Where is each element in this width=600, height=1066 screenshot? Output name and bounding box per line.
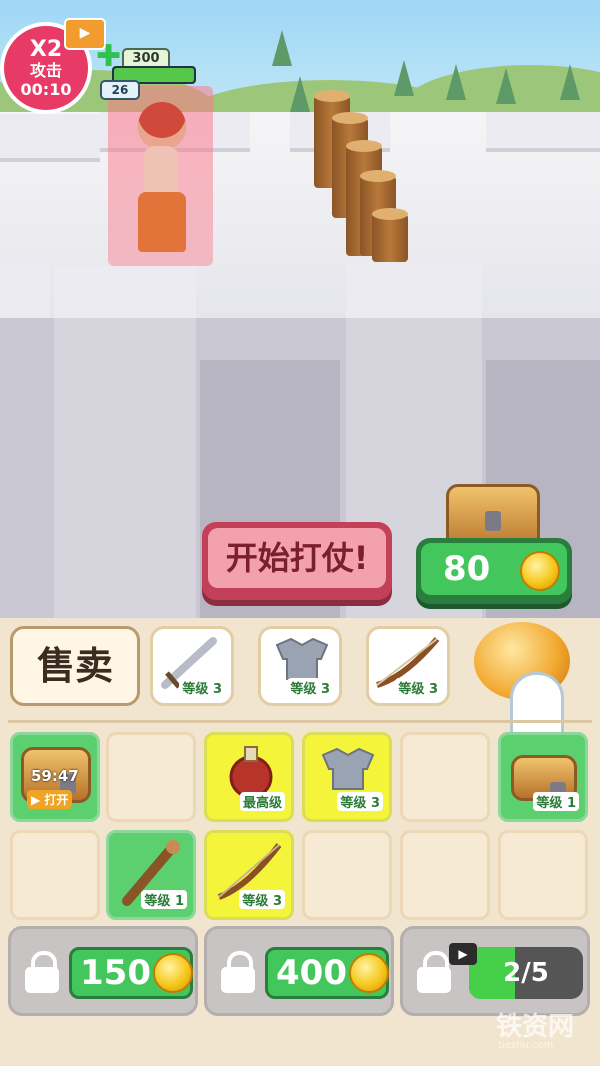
unlock-slot-1[interactable]: 150: [8, 926, 198, 1016]
ad-progress-bar[interactable]: 2/5: [469, 947, 583, 999]
grid-cell-empty[interactable]: [400, 732, 490, 822]
start-battle-button[interactable]: 开始打仗!: [202, 522, 392, 600]
battlement: [0, 114, 100, 162]
sell-button[interactable]: 售卖: [10, 626, 140, 706]
grid-cell-bow[interactable]: 等级 3: [204, 830, 294, 920]
unlock-slot-2[interactable]: 400: [204, 926, 394, 1016]
wall-pillar: [54, 318, 196, 620]
equip-slot-armor[interactable]: 等级 3: [258, 626, 342, 706]
tree-icon: [560, 64, 580, 100]
coin-balance-button[interactable]: 80: [416, 538, 572, 604]
tree-icon: [394, 60, 414, 96]
character-body: [144, 146, 178, 196]
attack-value: 26: [100, 80, 140, 100]
lock-icon: [221, 951, 255, 993]
grid-cell-chest[interactable]: 等级 1: [498, 732, 588, 822]
grid-cell-club[interactable]: 等级 1: [106, 830, 196, 920]
battlement: [486, 112, 600, 152]
ad-progress-text: 2/5: [503, 958, 549, 988]
watermark-text: 铁资网: [496, 1012, 575, 1042]
item-level: 等级 3: [337, 792, 383, 811]
watermark-subtext: tiezhu.com: [498, 1040, 554, 1051]
unlock-slot-3[interactable]: 2/5 ▶: [400, 926, 590, 1016]
open-chest-button[interactable]: ▶ 打开: [27, 790, 73, 809]
battlement: [346, 262, 482, 324]
battlement: [54, 266, 196, 324]
player-character[interactable]: [108, 86, 213, 266]
tree-icon: [272, 30, 292, 66]
grid-cell-empty[interactable]: [498, 830, 588, 920]
buff-timer: 00:10: [20, 80, 72, 99]
armor-icon: [321, 747, 375, 790]
equip-level: 等级 3: [287, 678, 333, 697]
price-value: 150: [80, 953, 151, 993]
grid-cell-empty[interactable]: [10, 830, 100, 920]
tree-icon: [446, 64, 466, 100]
equip-level: 等级 3: [179, 678, 225, 697]
grid-cell-chest[interactable]: 59:47 ▶ 打开: [10, 732, 100, 822]
grid-cell-empty[interactable]: [106, 732, 196, 822]
tree-icon: [290, 76, 310, 112]
buff-label: 攻击: [29, 61, 62, 80]
video-icon: ▶: [449, 943, 477, 965]
lock-icon: [25, 951, 59, 993]
item-level: 等级 1: [141, 890, 187, 909]
item-level: 最高级: [239, 792, 285, 811]
grid-cell-empty[interactable]: [400, 830, 490, 920]
wooden-log-barrier: [372, 208, 408, 262]
equip-level: 等级 3: [395, 678, 441, 697]
coin-icon: [520, 551, 560, 591]
grid-cell-empty[interactable]: [302, 830, 392, 920]
character-legs: [138, 192, 186, 252]
panel-divider: [8, 720, 592, 723]
item-level: 等级 1: [533, 792, 579, 811]
price-value: 400: [276, 953, 347, 993]
equip-slot-bow[interactable]: 等级 3: [366, 626, 450, 706]
open-label: 打开: [44, 793, 69, 807]
start-battle-label: 开始打仗!: [208, 528, 386, 588]
battlement: [0, 262, 50, 324]
coin-icon: [349, 953, 389, 993]
chest-timer: 59:47: [31, 767, 79, 785]
character-head: [138, 102, 186, 150]
grid-cell-potion[interactable]: 最高级: [204, 732, 294, 822]
grid-cell-armor[interactable]: 等级 3: [302, 732, 392, 822]
item-level: 等级 3: [239, 890, 285, 909]
coin-icon: [153, 953, 193, 993]
lock-icon: [417, 951, 451, 993]
equip-slot-weapon[interactable]: 等级 3: [150, 626, 234, 706]
tree-icon: [496, 68, 516, 104]
